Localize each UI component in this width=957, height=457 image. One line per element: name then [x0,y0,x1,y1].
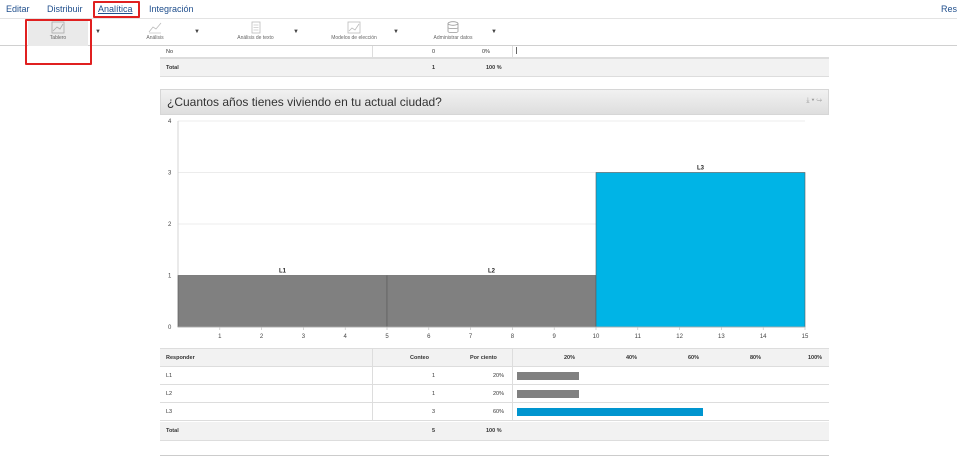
bar-l2 [386,275,597,328]
row-percent: 20% [493,391,505,397]
tool-analisis-texto[interactable]: Análisis de texto [228,19,283,46]
highlight-tablero [25,19,92,65]
scale-80: 80% [750,355,762,361]
chevron-down-icon[interactable]: ▼ [194,29,200,35]
x-tick-label: 11 [635,334,642,340]
row-percent: 60% [493,409,505,415]
tool-analisis[interactable]: Análisis [130,19,180,46]
scale-20: 20% [564,355,576,361]
table-total-row: Total 5 100 % [160,422,829,441]
table-row: L2 1 20% [160,385,829,403]
y-tick-label: 0 [168,325,172,331]
download-icon[interactable]: ⤓ [806,97,809,104]
row-bar [517,390,579,398]
chevron-down-icon[interactable]: ▾ [811,97,814,104]
scale-40: 40% [626,355,638,361]
text-analysis-icon [251,21,260,34]
header-percent: Por ciento [470,355,497,361]
row-bar [517,372,579,380]
chevron-down-icon[interactable]: ▼ [491,29,497,35]
choice-models-icon [347,21,361,34]
tool-analisis-label: Análisis [146,35,164,41]
x-tick-label: 9 [553,334,557,340]
row-label: L2 [166,391,173,397]
analysis-icon [148,22,162,34]
x-tick-label: 14 [760,334,767,340]
database-icon [447,21,459,34]
x-tick-label: 12 [676,334,683,340]
x-tick-label: 1 [218,334,222,340]
x-tick-label: 15 [802,334,809,340]
nav-editar[interactable]: Editar [6,4,30,14]
tool-modelos-eleccion[interactable]: Modelos de elección [322,19,386,46]
y-tick-label: 1 [168,274,172,280]
x-tick-label: 6 [427,334,431,340]
analytics-toolbar: Tablero ▼ Análisis ▼ Análisis de texto ▼… [0,19,957,46]
tool-analisis-texto-label: Análisis de texto [237,35,274,41]
scale-60: 60% [688,355,700,361]
table-row: L3 3 60% [160,403,829,421]
chevron-down-icon[interactable]: ▼ [95,29,101,35]
highlight-analitica [93,1,140,18]
total-label: Total [166,428,179,434]
x-tick-label: 8 [511,334,515,340]
table-row: No 0 0% [160,46,829,58]
x-tick-label: 10 [593,334,600,340]
x-tick-label: 5 [385,334,389,340]
y-tick-label: 3 [168,171,172,177]
top-navigation: Editar Distribuir Analítica Integración … [0,0,957,19]
row-bar [516,47,517,54]
row-label: L1 [166,373,173,379]
total-percent: 100 % [486,428,502,434]
table-total-row: Total 1 100 % [160,58,829,77]
x-tick-label: 3 [302,334,306,340]
question-title: ¿Cuantos años tienes viviendo en tu actu… [167,95,442,109]
row-percent: 20% [493,373,505,379]
bar-label: L3 [697,166,705,172]
histogram-chart: 01234L1 L2L31 2 3 4 5 6 7 8 9 10 11 12 13 14 15 [168,119,809,340]
chevron-down-icon[interactable]: ▼ [293,29,299,35]
bar-l1 [177,275,388,328]
total-count: 1 [432,65,436,71]
question-header: ¿Cuantos años tienes viviendo en tu actu… [160,89,829,115]
tool-modelos-eleccion-label: Modelos de elección [331,35,377,41]
row-count: 0 [432,49,436,55]
x-tick-label: 7 [469,334,473,340]
total-count: 5 [432,428,436,434]
row-count: 1 [432,391,436,397]
chevron-down-icon[interactable]: ▼ [393,29,399,35]
row-percent: 0% [482,49,490,55]
total-label: Total [166,65,179,71]
scale-100: 100% [808,355,823,361]
divider [160,455,829,456]
x-tick-label: 4 [344,334,348,340]
nav-integracion[interactable]: Integración [149,4,194,14]
total-percent: 100 % [486,65,502,71]
row-bar [517,408,703,416]
row-label: L3 [166,409,173,415]
bar-label: L2 [488,269,496,275]
row-label: No [166,49,174,55]
header-count: Conteo [410,355,429,361]
nav-distribuir[interactable]: Distribuir [47,4,83,14]
x-tick-label: 13 [718,334,725,340]
bar-label: L1 [279,269,287,275]
tool-administrar-datos[interactable]: Administrar datos [424,19,482,46]
row-count: 1 [432,373,436,379]
table-row: L1 1 20% [160,367,829,385]
question-tools: ⤓ ▾ ↪ [806,97,822,105]
tool-administrar-datos-label: Administrar datos [433,35,473,41]
table-header-row: Responder Conteo Por ciento 20% 40% 60% … [160,348,829,367]
x-tick-label: 2 [260,334,264,340]
row-count: 3 [432,409,436,415]
bar-l3 [595,172,806,328]
y-tick-label: 2 [168,222,172,228]
y-tick-label: 4 [168,119,172,125]
share-icon[interactable]: ↪ [816,97,822,104]
header-responder: Responder [166,355,195,361]
nav-responses[interactable]: Resp [941,4,957,14]
